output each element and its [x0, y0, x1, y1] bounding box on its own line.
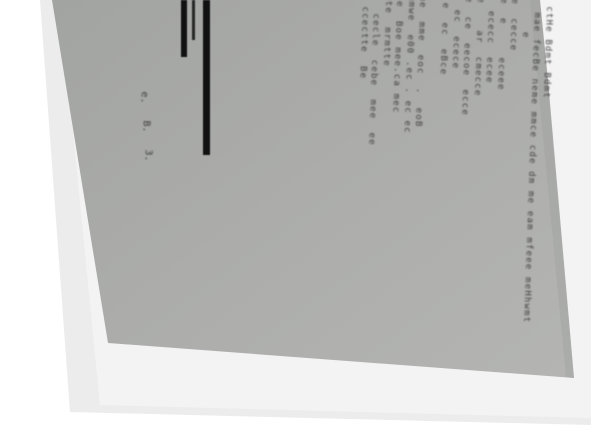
margin-mark: e. [138, 91, 150, 104]
margin-mark: 3. [142, 149, 154, 162]
redaction-bar-thin [192, 0, 195, 40]
document-text: e ctHe Bdmt Bdmt rpa mae fecBe neme mmce… [211, 0, 555, 380]
redaction-bar-short [181, 0, 187, 57]
margin-mark: B. [140, 120, 152, 133]
redaction-bar-long [203, 0, 210, 155]
photo-scene: e ctHe Bdmt Bdmt rpa mae fecBe neme mmce… [0, 0, 591, 443]
